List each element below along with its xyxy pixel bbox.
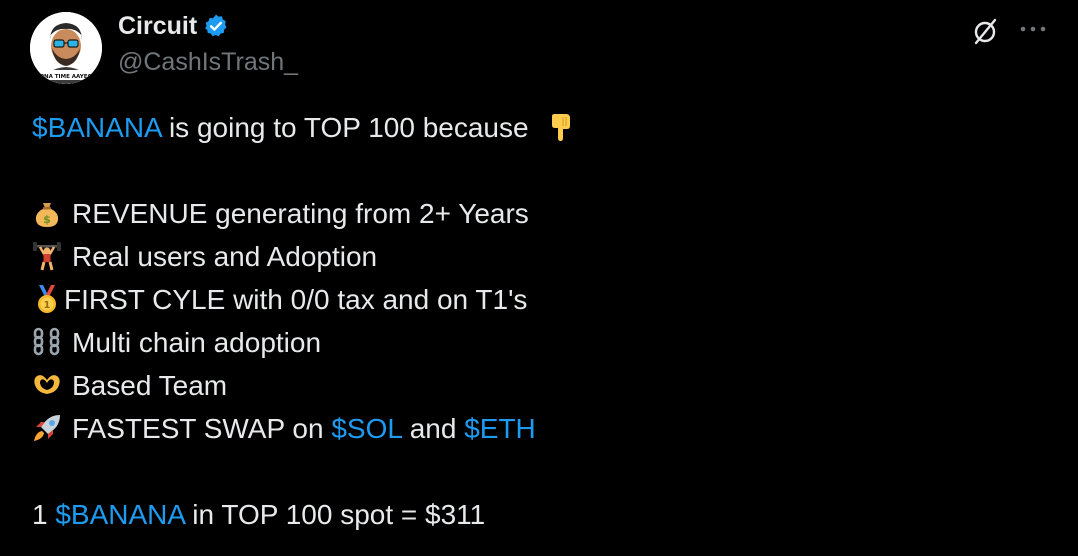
tweet-line-first-cycle: 1 FIRST CYLE with 0/0 tax and on T1's [32,278,1052,321]
chains-icon [32,326,62,356]
tweet-line-intro: $BANANA is going to TOP 100 because [32,106,1052,149]
grok-icon[interactable] [970,16,1000,46]
avatar[interactable]: APNA TIME AAYEGA [30,12,102,84]
swap-text-before: FASTEST SWAP on [72,413,332,444]
verified-badge-icon [203,13,229,39]
tweet-line-price: 1 $BANANA in TOP 100 spot = $311 [32,493,1052,536]
author-handle[interactable]: @CashIsTrash_ [118,46,298,78]
cashtag-eth[interactable]: $ETH [464,413,536,444]
swap-text-middle: and [401,413,465,444]
svg-text:1: 1 [44,300,51,311]
svg-text:$: $ [43,213,51,226]
team-text: Based Team [72,370,228,401]
pointing-down-icon [546,111,576,141]
display-name[interactable]: Circuit [118,10,197,42]
cashtag-sol[interactable]: $SOL [331,413,402,444]
price-suffix: in TOP 100 spot = $311 [184,499,486,530]
avatar-image: APNA TIME AAYEGA [30,12,102,84]
money-bag-icon: $ [32,197,62,227]
tweet-line-team: Based Team [32,364,1052,407]
tweet-line-swap: FASTEST SWAP on $SOL and $ETH [32,407,1052,450]
users-text: Real users and Adoption [72,241,378,272]
tweet-line-multichain: Multi chain adoption [32,321,1052,364]
cashtag-banana-2[interactable]: $BANANA [55,499,184,530]
more-options-icon[interactable] [1016,14,1050,44]
revenue-text: REVENUE generating from 2+ Years [72,198,529,229]
first-cycle-text: FIRST CYLE with 0/0 tax and on T1's [64,284,528,315]
rocket-icon [32,412,62,442]
intro-text: is going to TOP 100 because [161,112,537,143]
price-prefix: 1 [32,499,56,530]
multichain-text: Multi chain adoption [72,327,322,358]
tweet-line-users: Real users and Adoption [32,235,1052,278]
avatar-caption: APNA TIME AAYEGA [36,74,97,80]
first-place-medal-icon: 1 [32,283,62,313]
cashtag-banana[interactable]: $BANANA [32,112,161,143]
tweet-card: APNA TIME AAYEGA Circuit @CashIsTrash_ $ [0,0,1078,556]
author-name-row: Circuit [118,10,229,42]
tweet-line-revenue: $ REVENUE generating from 2+ Years [32,192,1052,235]
tweet-text: $BANANA is going to TOP 100 because $ RE… [32,106,1052,536]
weight-lifter-icon [32,240,62,271]
heart-hands-icon [32,369,62,399]
